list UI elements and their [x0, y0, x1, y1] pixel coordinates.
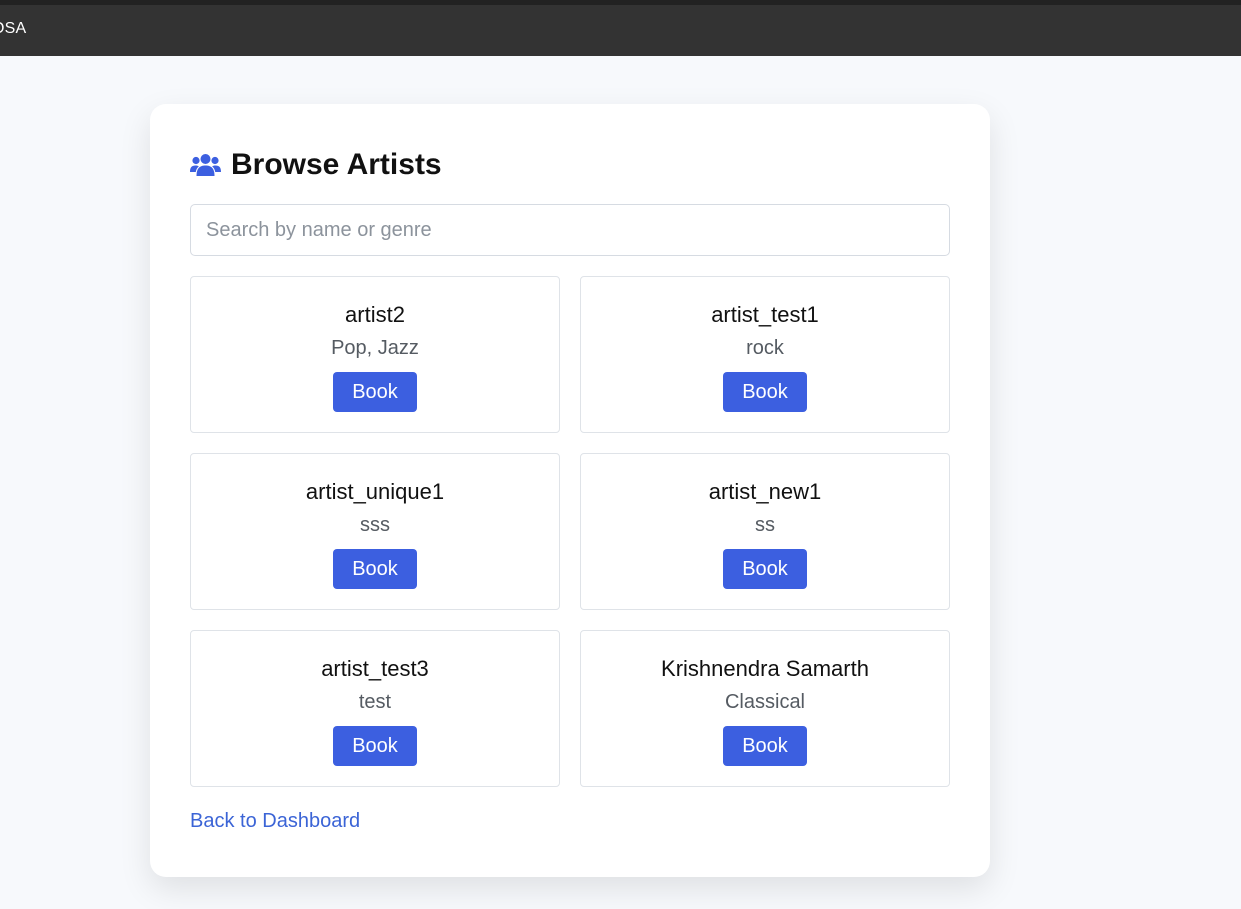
navbar: OSA	[0, 0, 1241, 56]
browse-artists-panel: Browse Artists artist2 Pop, Jazz Book ar…	[150, 104, 990, 877]
artist-genre: ss	[755, 514, 775, 536]
artist-genre: Pop, Jazz	[331, 337, 419, 359]
artist-genre: Classical	[724, 691, 806, 713]
artist-card: artist2 Pop, Jazz Book	[190, 276, 560, 433]
artist-genre: sss	[360, 514, 390, 536]
artist-name: artist2	[345, 302, 405, 327]
artist-genre: rock	[746, 337, 784, 359]
book-button[interactable]: Book	[333, 372, 417, 412]
artist-card: artist_unique1 sss Book	[190, 453, 560, 610]
book-button[interactable]: Book	[723, 372, 807, 412]
back-to-dashboard-link[interactable]: Back to Dashboard	[190, 810, 360, 833]
artist-name: artist_new1	[708, 479, 822, 504]
artist-grid: artist2 Pop, Jazz Book artist_test1 rock…	[190, 276, 950, 787]
artist-name: artist_unique1	[305, 479, 445, 504]
book-button[interactable]: Book	[333, 726, 417, 766]
artist-card: Krishnendra Samarth Classical Book	[580, 630, 950, 787]
page-title: Browse Artists	[231, 148, 442, 181]
book-button[interactable]: Book	[723, 549, 807, 589]
book-button[interactable]: Book	[333, 549, 417, 589]
artist-genre: test	[358, 691, 392, 713]
artist-name: artist_test1	[711, 302, 819, 327]
artist-card: artist_test1 rock Book	[580, 276, 950, 433]
page-heading: Browse Artists	[190, 148, 442, 182]
book-button[interactable]: Book	[723, 726, 807, 766]
users-icon	[190, 154, 221, 176]
search-input[interactable]	[190, 204, 950, 256]
artist-card: artist_test3 test Book	[190, 630, 560, 787]
artist-name: Krishnendra Samarth	[661, 656, 869, 681]
navbar-brand[interactable]: OSA	[0, 20, 26, 38]
artist-name: artist_test3	[321, 656, 429, 681]
artist-card: artist_new1 ss Book	[580, 453, 950, 610]
